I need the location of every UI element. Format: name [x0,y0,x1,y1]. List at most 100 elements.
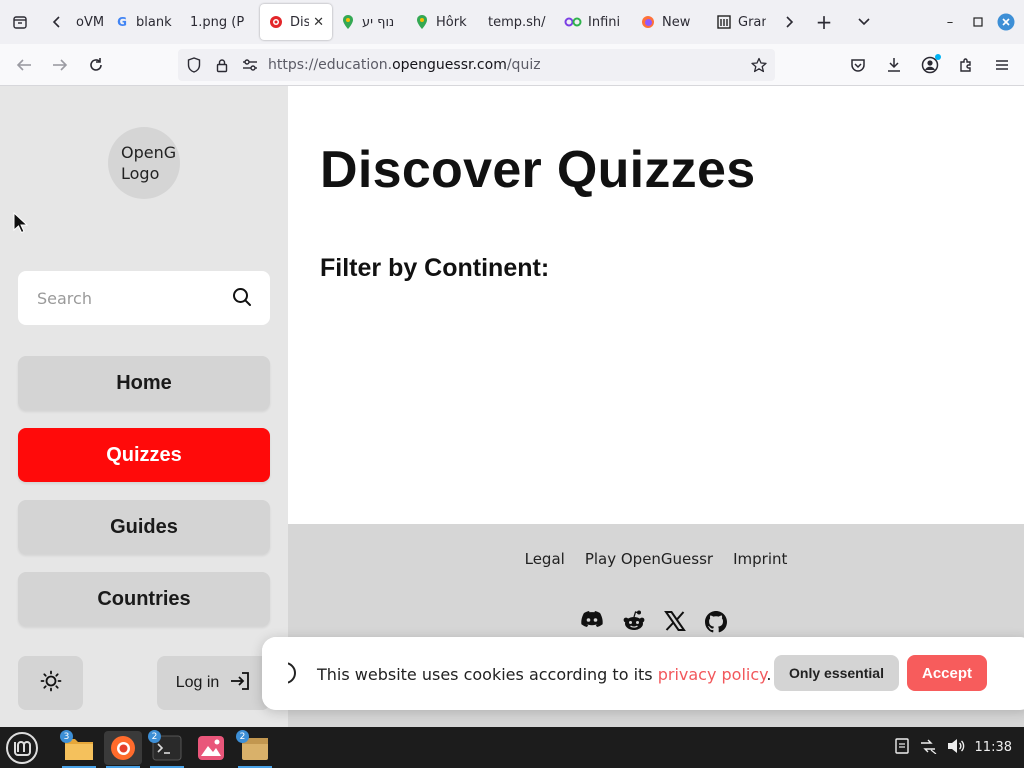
close-tab-icon[interactable]: ✕ [313,15,324,30]
tab-blank[interactable]: G blank [106,4,182,40]
login-icon [229,671,251,696]
tab-title: Hôrk [436,14,467,30]
tab-png[interactable]: 1.png (P [182,4,260,40]
cookie-text-end: . [766,665,772,684]
tab-title: 1.png (P [190,14,245,30]
search-input[interactable] [37,288,217,308]
reload-icon[interactable] [78,49,114,81]
back-icon[interactable] [6,49,42,81]
footer-link-imprint[interactable]: Imprint [733,550,787,568]
search-box [18,271,270,325]
url-bar[interactable]: https://education.openguessr.com/quiz [178,49,775,81]
cookie-banner: This website uses cookies according to i… [262,637,1024,710]
notes-icon[interactable] [894,737,909,758]
files-app-icon[interactable]: 3 [60,730,98,768]
openguessr-icon [268,14,284,30]
tab-maps-2[interactable]: Hôrk [406,4,480,40]
tab-title: Infini [588,14,621,30]
downloads-icon[interactable] [876,49,912,81]
forward-icon[interactable] [42,49,78,81]
url-path: /quiz [506,57,541,73]
tab-infinite[interactable]: Infini [556,4,632,40]
firefox-icon [640,14,656,30]
web-page: OpenG Logo Home Quizzes Guides Countries… [0,86,1024,727]
tab-title: Grand [738,14,766,30]
tab-title: Dis [290,14,310,30]
start-menu-icon[interactable] [3,731,41,765]
clock[interactable]: 11:38 [975,740,1012,755]
tabs-scroll-left-icon[interactable] [40,0,74,44]
footer-link-play[interactable]: Play OpenGuessr [585,550,713,568]
app-menu-icon[interactable] [984,49,1020,81]
tab-overview-icon[interactable] [0,0,40,44]
account-icon[interactable] [912,49,948,81]
discord-icon[interactable] [580,610,604,638]
os-taskbar: 3 2 2 11:38 [0,727,1024,768]
github-icon[interactable] [704,610,728,638]
search-icon[interactable] [232,287,252,311]
terminal-app-icon[interactable]: 2 [148,730,186,768]
accept-button[interactable]: Accept [907,655,987,691]
nav-countries-button[interactable]: Countries [18,572,270,626]
nav-home-button[interactable]: Home [18,356,270,410]
navigation-toolbar: https://education.openguessr.com/quiz [0,44,1024,86]
url-prefix: https://education. [268,57,393,73]
notification-dot [935,54,941,60]
terminal-badge: 2 [148,730,161,743]
nav-guides-button[interactable]: Guides [18,500,270,554]
only-essential-button[interactable]: Only essential [774,655,899,691]
google-icon: G [117,15,127,29]
url-host: openguessr.com [392,57,507,73]
sun-icon [40,670,62,696]
x-twitter-icon[interactable] [664,610,686,638]
permissions-icon[interactable] [236,59,264,71]
new-tab-icon[interactable]: + [804,0,844,44]
archive-app-icon[interactable]: 2 [236,730,274,768]
firefox-app-icon[interactable] [104,731,142,768]
extensions-icon[interactable] [948,49,984,81]
nav-quizzes-button[interactable]: Quizzes [18,428,270,482]
bookmark-star-icon[interactable] [745,57,773,73]
files-badge: 3 [60,730,73,743]
privacy-policy-link[interactable]: privacy policy [658,665,767,684]
list-tabs-icon[interactable] [844,0,884,44]
url-text[interactable]: https://education.openguessr.com/quiz [268,57,541,73]
tabs-scroll-right-icon[interactable] [774,0,804,44]
tab-maps-1[interactable]: נוף יע [332,4,406,40]
tab-discover-quizzes[interactable]: Dis ✕ [260,4,332,40]
museum-icon [716,14,732,30]
reddit-icon[interactable] [622,610,646,638]
social-links [580,610,728,638]
tab-title: נוף יע [362,14,395,30]
maximize-icon[interactable] [964,0,992,44]
tab-ovm[interactable]: oVM [74,4,106,40]
tab-title: blank [136,14,172,30]
filter-heading: Filter by Continent: [320,254,550,282]
lock-icon[interactable] [208,58,236,73]
cookie-message: This website uses cookies according to i… [317,665,771,684]
close-window-icon[interactable] [992,0,1020,44]
tab-new[interactable]: New [632,4,708,40]
sidebar: OpenG Logo Home Quizzes Guides Countries… [0,86,288,727]
footer-link-legal[interactable]: Legal [525,550,565,568]
page-title: Discover Quizzes [320,141,756,199]
pocket-icon[interactable] [840,49,876,81]
infinity-icon [564,14,582,30]
tab-temp-sh[interactable]: temp.sh/ [480,4,556,40]
minimize-icon[interactable]: – [936,0,964,44]
network-disconnected-icon[interactable] [919,738,937,758]
image-viewer-app-icon[interactable] [192,731,230,765]
volume-icon[interactable] [947,738,965,758]
login-button[interactable]: Log in [157,656,270,710]
theme-toggle-button[interactable] [18,656,83,710]
tab-grand[interactable]: Grand [708,4,774,40]
cookie-text: This website uses cookies according to i… [317,665,658,684]
browser-tab-strip: oVM G blank 1.png (P Dis ✕ נוף יע Hôrk t… [0,0,1024,44]
google-maps-icon [414,14,430,30]
toolbar-right [840,49,1024,81]
system-tray: 11:38 [894,727,1024,768]
site-logo[interactable]: OpenG Logo [108,127,180,199]
logo-text-line1: OpenG [121,143,177,162]
mouse-cursor-icon [13,211,29,238]
tracking-shield-icon[interactable] [180,57,208,73]
